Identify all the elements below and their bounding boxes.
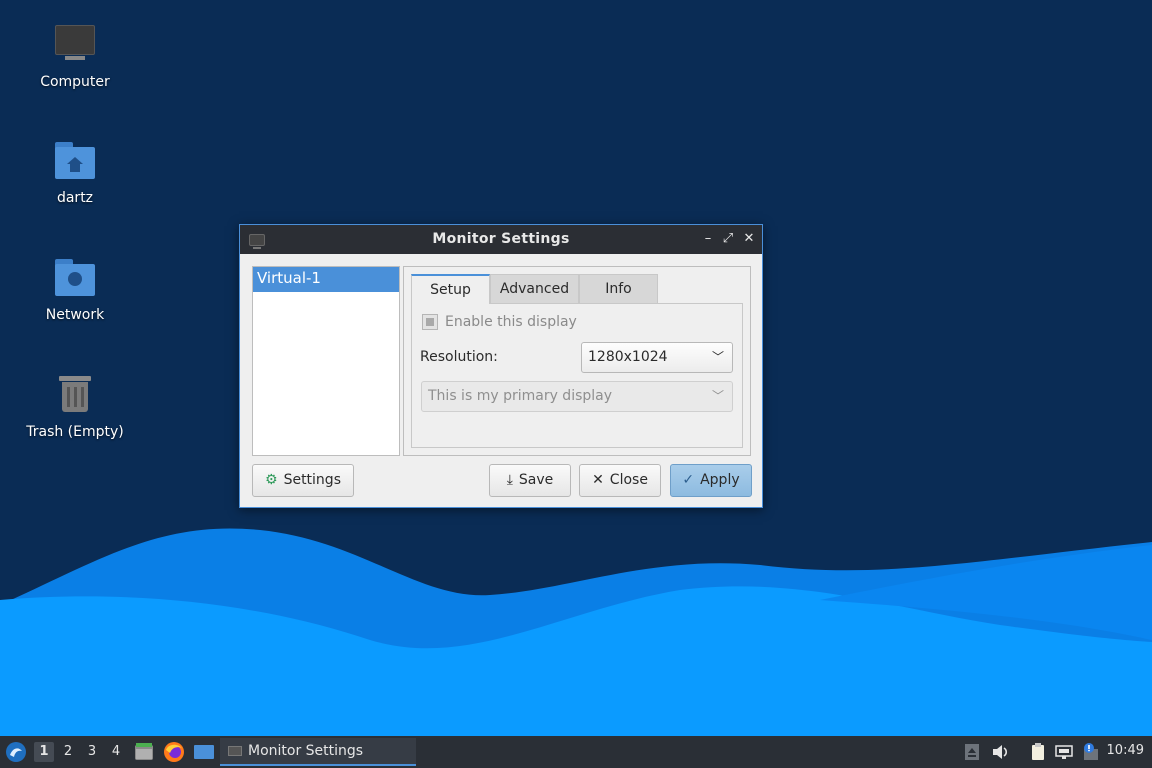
trash-icon [51, 372, 99, 420]
maximize-button[interactable]: ⤢ [719, 230, 737, 248]
desktop-icon [194, 745, 214, 759]
settings-tabs: Setup Advanced Info Enable this display … [403, 266, 751, 456]
network-wired-icon [1055, 745, 1073, 759]
close-icon: ✕ [592, 472, 604, 488]
close-button-label: Close [609, 472, 648, 488]
desktop-icon-network[interactable]: Network [10, 255, 140, 323]
window-title: Monitor Settings [432, 231, 570, 247]
desktop-icon-label: Network [45, 307, 105, 323]
enable-display-checkbox[interactable] [422, 314, 438, 330]
volume-icon [993, 745, 1008, 759]
check-icon: ✓ [682, 472, 695, 488]
desktop-icon-label: Trash (Empty) [26, 424, 124, 440]
network-tray-button[interactable] [1054, 742, 1074, 762]
workspace-4[interactable]: 4 [106, 742, 126, 762]
file-manager-icon [135, 743, 153, 760]
display-list[interactable]: Virtual-1 [252, 266, 400, 456]
taskbar-task-monitor-settings[interactable]: Monitor Settings [220, 738, 416, 766]
enable-display-label: Enable this display [445, 314, 577, 330]
tab-setup[interactable]: Setup [411, 274, 490, 304]
file-manager-launcher[interactable] [133, 741, 155, 763]
resolution-label: Resolution: [420, 349, 498, 365]
display-list-item-virtual-1[interactable]: Virtual-1 [253, 267, 399, 292]
eject-icon [965, 744, 979, 760]
close-button[interactable]: ✕ Close [579, 464, 661, 497]
network-folder-icon [51, 255, 99, 303]
save-button[interactable]: ⤓ Save [489, 464, 571, 497]
save-button-label: Save [518, 472, 554, 488]
application-menu-button[interactable] [5, 741, 27, 763]
tab-advanced[interactable]: Advanced [490, 274, 579, 304]
clipboard-tray-button[interactable] [1028, 742, 1048, 762]
desktop-icon-computer[interactable]: Computer [10, 22, 140, 90]
workspace-3[interactable]: 3 [82, 742, 102, 762]
minimize-icon: – [704, 231, 712, 246]
chevron-down-icon: ﹀ [711, 350, 724, 364]
firefox-launcher[interactable] [163, 741, 185, 763]
gear-icon: ⚙ [265, 472, 278, 488]
resolution-value: 1280x1024 [588, 349, 668, 365]
apply-button-label: Apply [700, 472, 740, 488]
minimize-button[interactable]: – [699, 230, 717, 248]
tab-info[interactable]: Info [579, 274, 658, 304]
workspace-2[interactable]: 2 [58, 742, 78, 762]
clock[interactable]: 10:49 [1107, 743, 1144, 758]
primary-display-value: This is my primary display [428, 388, 613, 404]
show-desktop-button[interactable] [193, 741, 215, 763]
close-icon: ✕ [743, 231, 755, 246]
settings-button-label: Settings [283, 472, 341, 488]
settings-button[interactable]: ⚙ Settings [252, 464, 354, 497]
eject-tray-button[interactable] [962, 742, 982, 762]
apply-button[interactable]: ✓ Apply [670, 464, 752, 497]
desktop-icon-home-folder[interactable]: dartz [10, 138, 140, 206]
desktop-icon-label: dartz [56, 190, 94, 206]
task-title: Monitor Settings [248, 743, 364, 759]
primary-display-select[interactable]: This is my primary display ﹀ [421, 381, 733, 412]
maximize-icon: ⤢ [722, 231, 734, 246]
computer-icon [51, 22, 99, 70]
desktop-icon-trash[interactable]: Trash (Empty) [10, 372, 140, 440]
workspace-1[interactable]: 1 [34, 742, 54, 762]
monitor-settings-window: Monitor Settings – ⤢ ✕ Virtual-1 Setup A… [239, 224, 763, 508]
desktop-icon-label: Computer [40, 74, 110, 90]
setup-tab-content: Enable this display Resolution: 1280x102… [411, 303, 743, 448]
volume-tray-button[interactable] [990, 742, 1010, 762]
updates-tray-button[interactable] [1081, 742, 1101, 762]
clipboard-icon [1032, 743, 1044, 760]
home-folder-icon [51, 138, 99, 186]
lubuntu-logo-icon [6, 742, 26, 762]
monitor-icon [228, 746, 242, 756]
close-window-button[interactable]: ✕ [740, 230, 758, 248]
download-icon: ⤓ [506, 472, 513, 488]
taskbar: 1 2 3 4 Monitor Settings 10:49 [0, 736, 1152, 768]
window-titlebar[interactable]: Monitor Settings – ⤢ ✕ [240, 225, 762, 254]
firefox-icon [164, 742, 184, 762]
chevron-down-icon: ﹀ [711, 389, 724, 403]
resolution-select[interactable]: 1280x1024 ﹀ [581, 342, 733, 373]
update-notification-icon [1084, 743, 1098, 760]
